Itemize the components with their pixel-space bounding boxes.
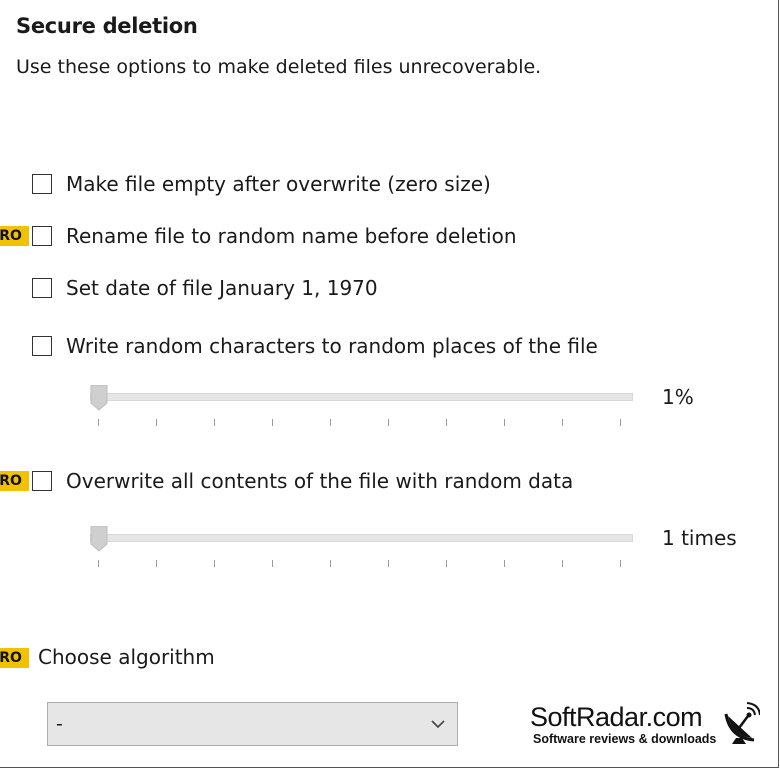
pro-badge: PRO bbox=[0, 471, 29, 491]
random-chars-label: Write random characters to random places… bbox=[66, 334, 598, 358]
slider-track bbox=[90, 393, 633, 401]
random-chars-value: 1% bbox=[662, 385, 694, 409]
overwrite-times-value: 1 times bbox=[662, 526, 737, 550]
slider-thumb[interactable] bbox=[90, 385, 108, 411]
settings-panel: Secure deletion Use these options to mak… bbox=[0, 0, 779, 768]
slider-thumb[interactable] bbox=[90, 526, 108, 552]
rename-file-checkbox[interactable] bbox=[32, 226, 52, 246]
watermark-tagline: Software reviews & downloads bbox=[533, 732, 717, 746]
slider-ticks bbox=[90, 560, 631, 568]
random-chars-checkbox[interactable] bbox=[32, 336, 52, 356]
chevron-down-icon bbox=[431, 720, 445, 729]
option-set-date[interactable]: Set date of file January 1, 1970 bbox=[32, 275, 378, 301]
algorithm-label: Choose algorithm bbox=[38, 645, 215, 669]
satellite-dish-icon bbox=[724, 702, 760, 744]
option-overwrite-all[interactable]: Overwrite all contents of the file with … bbox=[32, 468, 573, 494]
section-title: Secure deletion bbox=[16, 14, 198, 38]
option-rename-file[interactable]: Rename file to random name before deleti… bbox=[32, 223, 517, 249]
pro-badge: PRO bbox=[0, 226, 29, 246]
algorithm-selected-value: - bbox=[56, 713, 63, 735]
softradar-watermark: SoftRadar.com Software reviews & downloa… bbox=[530, 702, 765, 752]
watermark-name: SoftRadar.com bbox=[530, 702, 703, 732]
algorithm-select[interactable]: - bbox=[47, 702, 458, 746]
section-description: Use these options to make deleted files … bbox=[16, 56, 542, 78]
option-random-chars[interactable]: Write random characters to random places… bbox=[32, 333, 598, 359]
slider-ticks bbox=[90, 419, 631, 427]
overwrite-all-label: Overwrite all contents of the file with … bbox=[66, 469, 574, 493]
rename-file-label: Rename file to random name before deleti… bbox=[66, 224, 517, 248]
set-date-label: Set date of file January 1, 1970 bbox=[66, 276, 378, 300]
overwrite-all-checkbox[interactable] bbox=[32, 471, 52, 491]
random-chars-slider[interactable] bbox=[90, 385, 633, 429]
overwrite-times-slider[interactable] bbox=[90, 526, 633, 570]
set-date-checkbox[interactable] bbox=[32, 278, 52, 298]
slider-track bbox=[90, 534, 633, 542]
empty-file-checkbox[interactable] bbox=[32, 174, 52, 194]
empty-file-label: Make file empty after overwrite (zero si… bbox=[66, 172, 491, 196]
pro-badge: PRO bbox=[0, 648, 29, 668]
option-empty-file[interactable]: Make file empty after overwrite (zero si… bbox=[32, 171, 491, 197]
